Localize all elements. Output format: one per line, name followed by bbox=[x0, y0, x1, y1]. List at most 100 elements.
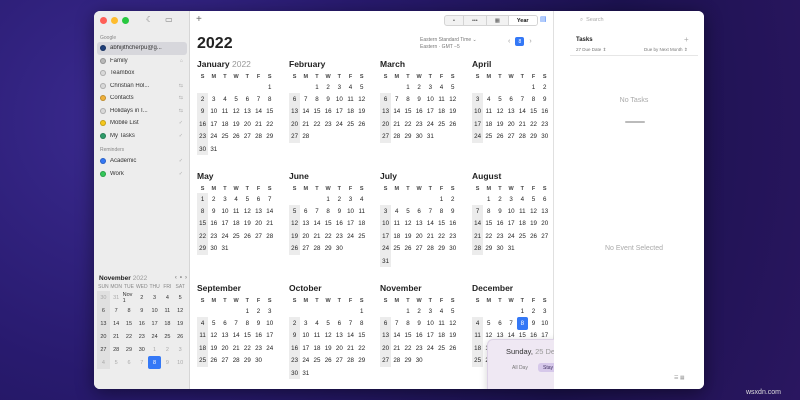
day-cell[interactable]: 12 bbox=[289, 217, 301, 231]
zoom-button[interactable] bbox=[122, 17, 129, 24]
day-cell[interactable]: 14 bbox=[253, 106, 264, 118]
day-cell[interactable]: 19 bbox=[447, 330, 458, 342]
day-cell[interactable]: 5 bbox=[528, 193, 539, 205]
day-cell[interactable]: 28 bbox=[425, 243, 436, 255]
calendar-item-2[interactable]: Teambox bbox=[97, 67, 187, 80]
day-cell[interactable]: 28 bbox=[391, 355, 402, 367]
day-cell[interactable]: 5 bbox=[447, 305, 458, 317]
day-cell[interactable]: 2 bbox=[447, 193, 458, 205]
calendar-item-3[interactable]: Christian Hol... ⇆ bbox=[97, 80, 187, 93]
day-cell[interactable]: 7 bbox=[391, 317, 402, 329]
month-title[interactable]: December bbox=[472, 283, 556, 296]
day-cell[interactable]: 19 bbox=[528, 218, 539, 230]
mini-day[interactable]: 22 bbox=[123, 330, 136, 343]
mini-day[interactable]: 30 bbox=[97, 291, 110, 304]
day-cell[interactable]: 29 bbox=[356, 355, 367, 367]
month-title[interactable]: January 2022 bbox=[197, 59, 281, 72]
day-cell[interactable]: 6 bbox=[539, 193, 550, 205]
day-cell[interactable]: 17 bbox=[345, 218, 356, 230]
mini-day[interactable]: 19 bbox=[174, 317, 187, 330]
day-cell[interactable]: 15 bbox=[483, 218, 494, 230]
day-cell[interactable]: 3 bbox=[208, 93, 219, 105]
day-cell[interactable]: 30 bbox=[494, 243, 505, 255]
mini-day[interactable]: 16 bbox=[135, 317, 148, 330]
mini-day[interactable]: 4 bbox=[97, 356, 110, 369]
day-cell[interactable]: 26 bbox=[323, 355, 334, 367]
day-cell[interactable]: 13 bbox=[300, 218, 311, 230]
day-cell[interactable]: 14 bbox=[425, 218, 436, 230]
day-cell[interactable]: 9 bbox=[289, 329, 301, 343]
day-cell[interactable]: 18 bbox=[311, 342, 322, 354]
view-option[interactable]: • bbox=[445, 16, 464, 25]
day-cell[interactable]: 28 bbox=[231, 355, 242, 367]
mini-day[interactable]: 29 bbox=[123, 343, 136, 356]
day-cell[interactable]: 20 bbox=[242, 118, 253, 130]
day-cell[interactable]: 31 bbox=[300, 367, 311, 379]
day-cell[interactable]: 30 bbox=[539, 131, 550, 143]
mini-day[interactable]: 6 bbox=[97, 304, 110, 317]
calendar-action-icon[interactable]: ⇆ bbox=[179, 83, 183, 89]
day-cell[interactable]: 31 bbox=[425, 131, 436, 143]
day-cell[interactable]: 18 bbox=[391, 230, 402, 242]
reminder-item-1[interactable]: Work ✓ bbox=[97, 168, 187, 181]
day-cell[interactable]: 15 bbox=[197, 217, 209, 231]
month-title[interactable]: August bbox=[472, 171, 556, 184]
day-cell[interactable]: 26 bbox=[494, 131, 505, 143]
day-cell[interactable]: 1 bbox=[356, 305, 367, 317]
day-cell[interactable]: 26 bbox=[208, 355, 219, 367]
day-cell[interactable]: 25 bbox=[311, 355, 322, 367]
calendar-action-icon[interactable]: ⌂ bbox=[180, 58, 183, 64]
day-cell[interactable]: 9 bbox=[414, 317, 425, 329]
day-cell[interactable]: 27 bbox=[506, 131, 517, 143]
day-cell[interactable]: 14 bbox=[345, 330, 356, 342]
day-cell[interactable]: 26 bbox=[231, 131, 242, 143]
mini-day[interactable]: 2 bbox=[161, 343, 174, 356]
calendar-action-icon[interactable]: ⇆ bbox=[179, 108, 183, 114]
day-cell[interactable]: 12 bbox=[231, 106, 242, 118]
day-cell[interactable]: 3 bbox=[219, 193, 230, 205]
day-cell[interactable]: 28 bbox=[472, 242, 484, 255]
day-cell[interactable]: 13 bbox=[506, 106, 517, 118]
day-cell[interactable]: 13 bbox=[253, 205, 264, 217]
day-cell[interactable]: 12 bbox=[323, 330, 334, 342]
day-cell[interactable]: 22 bbox=[402, 342, 413, 354]
day-cell[interactable]: 18 bbox=[472, 342, 484, 355]
day-cell[interactable]: 22 bbox=[311, 118, 322, 130]
day-cell[interactable]: 4 bbox=[483, 93, 494, 105]
inspector-toggle-icon[interactable]: ▤ bbox=[540, 15, 547, 23]
today-button[interactable]: 8 bbox=[515, 37, 525, 46]
day-cell[interactable]: 21 bbox=[264, 218, 275, 230]
day-cell[interactable]: 25 bbox=[356, 230, 367, 242]
day-cell[interactable]: 7 bbox=[311, 205, 322, 217]
resize-handle[interactable] bbox=[625, 121, 645, 123]
mini-day[interactable]: 28 bbox=[110, 343, 123, 356]
day-cell[interactable]: 20 bbox=[380, 342, 392, 355]
day-cell[interactable]: 23 bbox=[447, 230, 458, 242]
moon-icon[interactable]: ☾ bbox=[146, 15, 153, 24]
day-cell[interactable]: 12 bbox=[528, 205, 539, 217]
day-cell[interactable]: 4 bbox=[472, 317, 484, 330]
search-field[interactable]: ⌕ Search bbox=[580, 15, 660, 25]
mini-day[interactable]: 25 bbox=[161, 330, 174, 343]
mini-day[interactable]: 8 bbox=[123, 304, 136, 317]
day-cell[interactable]: 13 bbox=[242, 106, 253, 118]
mini-day[interactable]: 24 bbox=[148, 330, 161, 343]
day-cell[interactable]: 29 bbox=[323, 243, 334, 255]
day-cell[interactable]: 14 bbox=[311, 218, 322, 230]
mini-day[interactable]: 3 bbox=[148, 291, 161, 304]
day-cell[interactable]: 3 bbox=[264, 305, 275, 317]
day-cell[interactable]: 31 bbox=[208, 143, 219, 155]
day-cell[interactable]: 15 bbox=[402, 106, 413, 118]
day-cell[interactable]: 23 bbox=[334, 230, 345, 242]
day-cell[interactable]: 10 bbox=[539, 317, 550, 329]
calendar-color-dot[interactable] bbox=[100, 132, 106, 139]
day-cell[interactable]: 19 bbox=[242, 218, 253, 230]
day-cell[interactable]: 11 bbox=[517, 205, 528, 217]
day-cell[interactable]: 11 bbox=[356, 205, 367, 217]
day-cell[interactable]: 7 bbox=[425, 205, 436, 217]
day-cell[interactable]: 18 bbox=[219, 118, 230, 130]
month-title[interactable]: July bbox=[380, 171, 464, 184]
day-cell[interactable]: 25 bbox=[345, 118, 356, 130]
day-cell[interactable]: 6 bbox=[289, 93, 301, 106]
day-cell[interactable]: 23 bbox=[494, 230, 505, 242]
